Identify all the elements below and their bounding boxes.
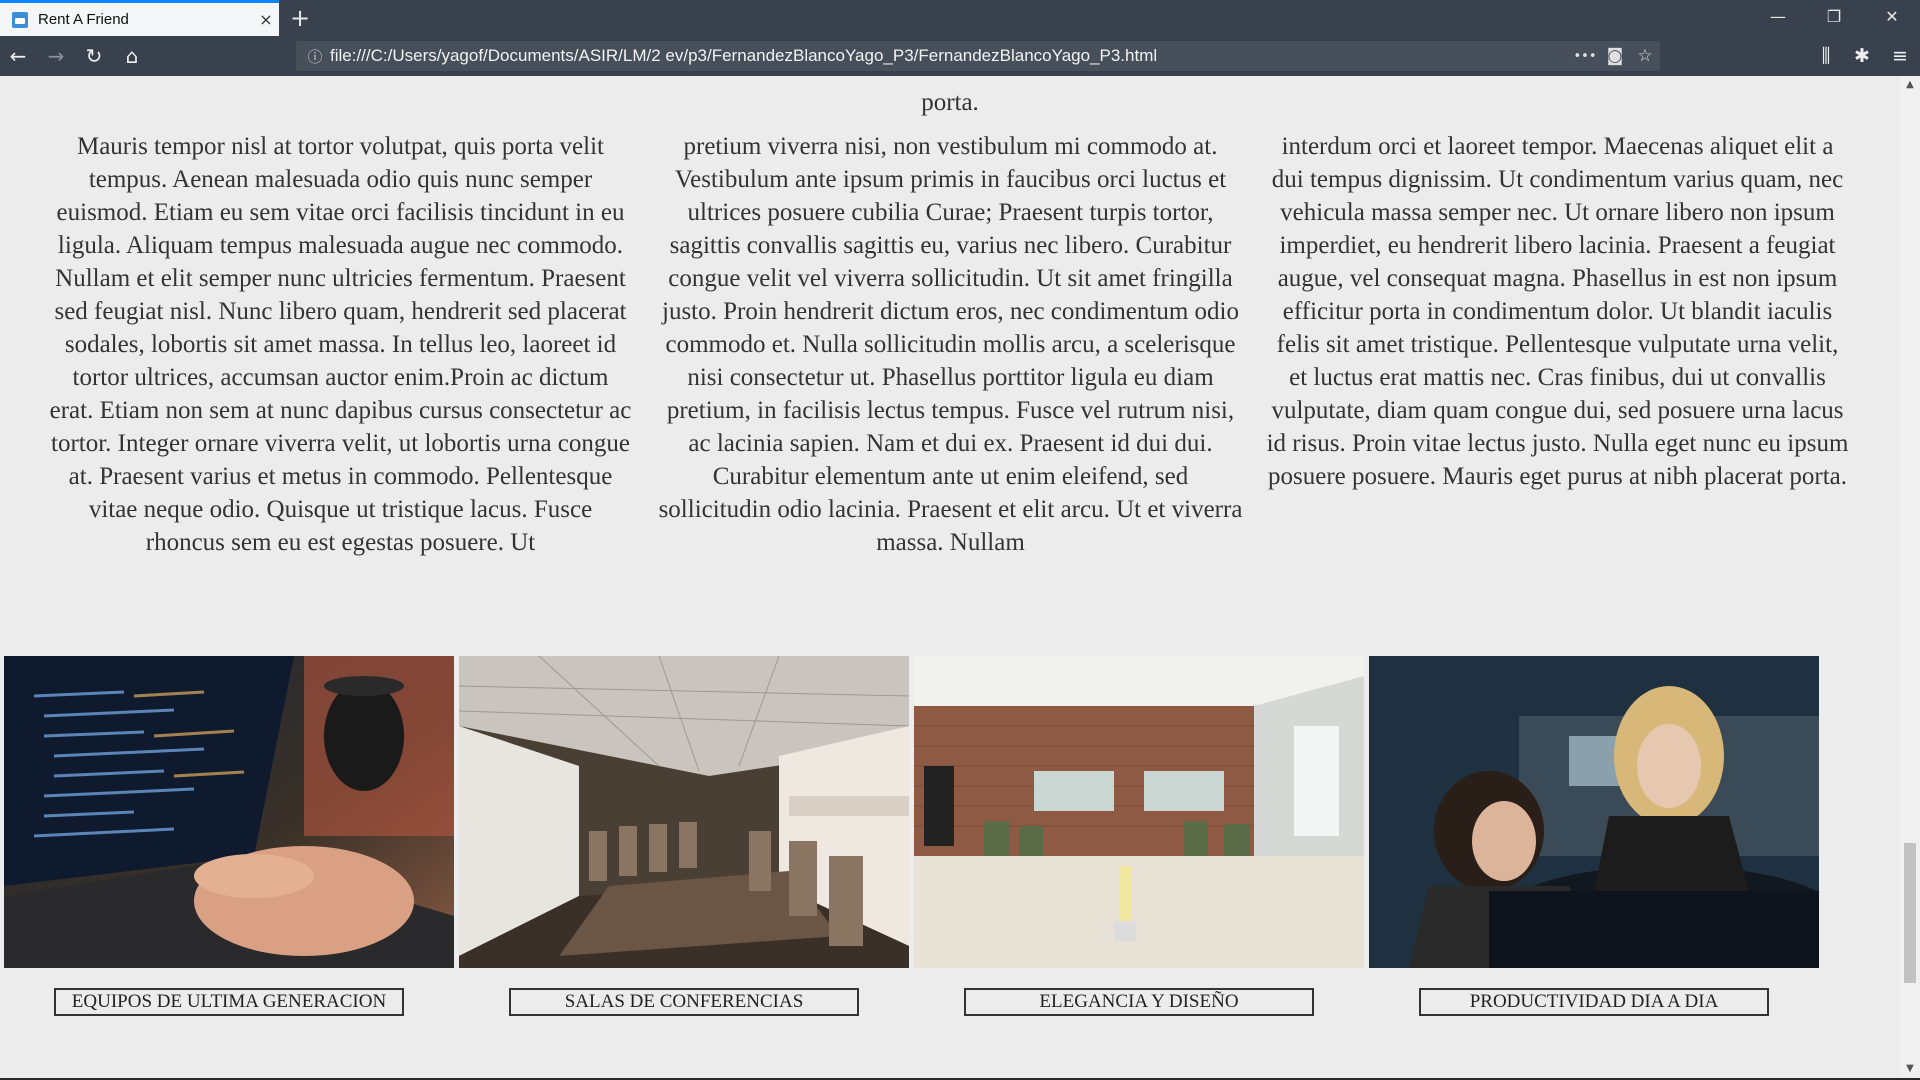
- forward-button[interactable]: →: [40, 40, 72, 72]
- menu-icon[interactable]: ≡: [1882, 40, 1918, 72]
- vertical-scrollbar[interactable]: ▲ ▼: [1900, 76, 1920, 1078]
- text-column-3: interdum orci et laoreet tempor. Maecena…: [1266, 133, 1849, 490]
- navigation-toolbar: ← → ↻ ⌂ ⓘ file:///C:/Users/yagof/Documen…: [0, 36, 1920, 76]
- caption-productividad[interactable]: PRODUCTIVIDAD DIA A DIA: [1419, 988, 1769, 1016]
- gallery-item-productividad: PRODUCTIVIDAD DIA A DIA: [1369, 656, 1819, 1016]
- page-actions-icon[interactable]: •••: [1570, 49, 1600, 64]
- conference-room-photo: [459, 656, 909, 968]
- caption-salas[interactable]: SALAS DE CONFERENCIAS: [509, 988, 859, 1016]
- tab-title: Rent A Friend: [38, 11, 129, 28]
- scroll-down-arrow-icon[interactable]: ▼: [1900, 1060, 1920, 1078]
- women-at-computer-photo: [1369, 656, 1819, 968]
- reload-button[interactable]: ↻: [78, 40, 110, 72]
- text-column-2: pretium viverra nisi, non vestibulum mi …: [658, 133, 1243, 556]
- url-text[interactable]: file:///C:/Users/yagof/Documents/ASIR/LM…: [330, 46, 1570, 66]
- window-close-button[interactable]: ✕: [1864, 0, 1920, 36]
- gallery-item-salas: SALAS DE CONFERENCIAS: [459, 656, 909, 1016]
- laptop-photo: [4, 656, 454, 968]
- brick-room-photo: [914, 656, 1364, 968]
- pocket-icon[interactable]: ◙: [1600, 46, 1630, 66]
- favicon-icon: [12, 11, 28, 28]
- bookmark-star-icon[interactable]: ☆: [1630, 46, 1660, 66]
- scroll-up-arrow-icon[interactable]: ▲: [1900, 76, 1920, 94]
- minimize-button[interactable]: —: [1750, 0, 1806, 36]
- address-bar[interactable]: ⓘ file:///C:/Users/yagof/Documents/ASIR/…: [296, 41, 1660, 71]
- tab-close-icon[interactable]: ×: [253, 10, 279, 29]
- library-icon[interactable]: ⫼: [1808, 40, 1844, 72]
- browser-tab[interactable]: Rent A Friend ×: [0, 0, 279, 36]
- caption-equipos[interactable]: EQUIPOS DE ULTIMA GENERACION: [54, 988, 404, 1016]
- scroll-thumb[interactable]: [1904, 843, 1916, 983]
- info-icon[interactable]: ⓘ: [300, 46, 330, 67]
- text-column-1: Mauris tempor nisl at tortor volutpat, q…: [49, 133, 632, 556]
- back-button[interactable]: ←: [2, 40, 34, 72]
- caption-elegancia[interactable]: ELEGANCIA Y DISEÑO: [964, 988, 1314, 1016]
- cut-text-line: porta.: [921, 89, 979, 116]
- new-tab-button[interactable]: +: [284, 2, 316, 34]
- extensions-icon[interactable]: ✱: [1844, 40, 1880, 72]
- home-button[interactable]: ⌂: [116, 40, 148, 72]
- page-viewport: porta. Mauris tempor nisl at tortor volu…: [0, 76, 1900, 1078]
- gallery-item-equipos: EQUIPOS DE ULTIMA GENERACION: [4, 656, 454, 1016]
- restore-button[interactable]: ❐: [1806, 0, 1862, 36]
- gallery-item-elegancia: ELEGANCIA Y DISEÑO: [914, 656, 1364, 1016]
- tab-bar: Rent A Friend × + — ❐ ✕: [0, 0, 1920, 36]
